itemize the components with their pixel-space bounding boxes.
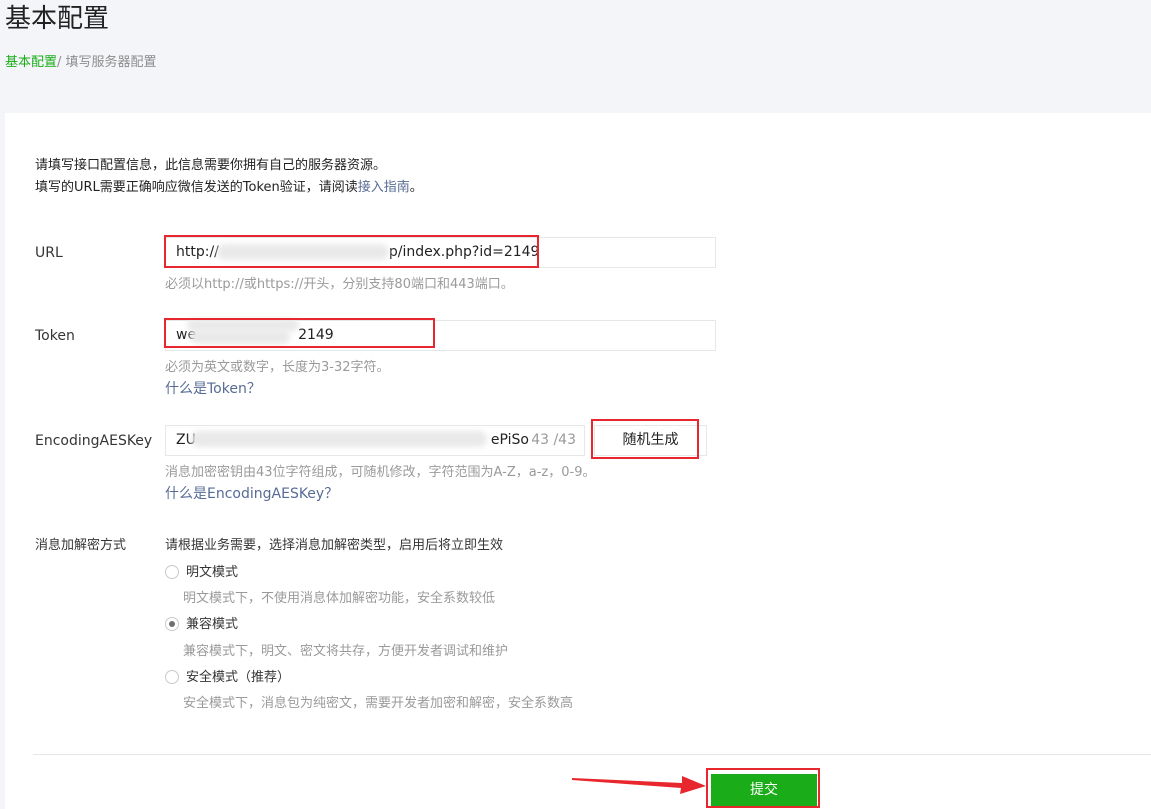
token-hint: 必须为英文或数字，长度为3-32字符。: [165, 360, 390, 375]
breadcrumb-current: 填写服务器配置: [65, 55, 157, 70]
breadcrumb-root-link[interactable]: 基本配置: [5, 55, 57, 70]
encryption-label: 消息加解密方式: [35, 538, 127, 553]
divider: [33, 754, 1151, 755]
intro-text: 请填写接口配置信息，此信息需要你拥有自己的服务器资源。 填写的URL需要正确响应…: [35, 155, 423, 199]
radio-checked-icon: [165, 616, 179, 631]
radio-plaintext-mode[interactable]: 明文模式: [165, 563, 238, 583]
url-value-suffix: p/index.php?id=2149: [388, 244, 540, 260]
aes-hint: 消息加密密钥由43位字符组成，可随机修改，字符范围为A-Z，a-z，0-9。: [165, 465, 596, 480]
random-generate-button[interactable]: 随机生成: [594, 425, 707, 456]
intro-line-1: 请填写接口配置信息，此信息需要你拥有自己的服务器资源。: [35, 158, 387, 173]
encryption-intro: 请根据业务需要，选择消息加解密类型，启用后将立即生效: [165, 538, 504, 553]
what-is-aeskey-link[interactable]: 什么是EncodingAESKey？: [165, 484, 338, 504]
radio-unchecked-icon: [165, 564, 179, 579]
breadcrumb: 基本配置/ 填写服务器配置: [5, 54, 157, 72]
token-value-suffix: 2149: [298, 327, 334, 343]
radio-unchecked-icon: [165, 669, 179, 684]
plaintext-mode-desc: 明文模式下，不使用消息体加解密功能，安全系数较低: [183, 591, 496, 606]
config-panel: 请填写接口配置信息，此信息需要你拥有自己的服务器资源。 填写的URL需要正确响应…: [5, 113, 1151, 809]
red-arrow-annotation: [572, 776, 706, 794]
secure-mode-desc: 安全模式下，消息包为纯密文，需要开发者加密和解密，安全系数高: [183, 696, 574, 711]
radio-secure-mode[interactable]: 安全模式（推荐）: [165, 668, 290, 688]
radio-compatible-label: 兼容模式: [186, 617, 239, 632]
aes-value-suffix: ePiSo(: [490, 432, 535, 448]
url-hint: 必须以http://或https://开头，分别支持80端口和443端口。: [165, 277, 514, 292]
radio-compatible-mode[interactable]: 兼容模式: [165, 615, 238, 635]
aes-char-counter: 43 /43: [529, 426, 576, 455]
redacted-blur: [191, 431, 487, 447]
intro-line-2-prefix: 填写的URL需要正确响应微信发送的Token验证，请阅读: [35, 180, 358, 195]
access-guide-link[interactable]: 接入指南: [358, 180, 410, 195]
token-label: Token: [35, 328, 75, 344]
intro-line-2-suffix: 。: [409, 180, 423, 195]
what-is-token-link[interactable]: 什么是Token？: [165, 379, 261, 399]
compatible-mode-desc: 兼容模式下，明文、密文将共存，方便开发者调试和维护: [183, 644, 509, 659]
aes-label: EncodingAESKey: [35, 433, 153, 449]
redacted-blur: [217, 244, 389, 260]
page-title: 基本配置: [5, 4, 110, 34]
radio-plaintext-label: 明文模式: [186, 565, 239, 580]
url-label: URL: [35, 245, 63, 261]
breadcrumb-separator: /: [57, 55, 66, 70]
url-value-prefix: http://: [176, 244, 219, 260]
radio-secure-label: 安全模式（推荐）: [186, 670, 291, 685]
intro-line-2: 填写的URL需要正确响应微信发送的Token验证，请阅读接入指南。: [35, 177, 423, 199]
redacted-blur: [190, 330, 290, 344]
submit-button[interactable]: 提交: [711, 774, 817, 807]
